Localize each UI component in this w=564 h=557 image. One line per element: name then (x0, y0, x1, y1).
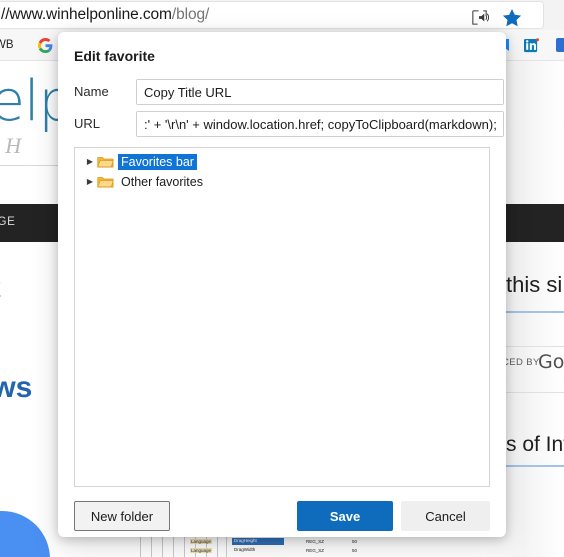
regedit-screenshot-thumbnail: Language Language DragHeight DragWidth R… (130, 536, 430, 557)
address-bar-url-host: //www.winhelponline.com (1, 6, 172, 23)
sidebar-accent-rule-1 (506, 311, 564, 313)
read-aloud-icon[interactable] (470, 8, 490, 27)
sidebar-divider-1 (500, 346, 564, 347)
page-decorative-circle (0, 511, 50, 557)
cancel-button[interactable]: Cancel (401, 501, 490, 531)
folder-tree-item-label: Other favorites (121, 175, 203, 189)
regedit-tree-item-1: Language (190, 539, 213, 544)
regedit-tree-item-2: Language (190, 548, 213, 553)
folder-icon (97, 155, 114, 169)
regedit-row-2-type: REG_SZ (306, 548, 325, 553)
url-label: URL (74, 116, 101, 131)
favorites-bar-item-twb[interactable]: TWB (0, 39, 14, 51)
name-label: Name (74, 84, 109, 99)
star-filled-icon[interactable] (501, 7, 523, 29)
page-headline-fragment-2: ows (0, 371, 33, 404)
folder-icon (97, 175, 114, 189)
address-bar-strip: //www.winhelponline.com/blog/ (0, 0, 564, 30)
new-folder-button[interactable]: New folder (74, 501, 170, 531)
address-bar-url-path: /blog/ (171, 6, 210, 23)
edit-favorite-dialog: Edit favorite Name URL ▶ Favorites bar (58, 32, 506, 537)
regedit-row-2-value: 50 (352, 548, 358, 553)
sidebar-heading-2: s of Int (506, 433, 564, 456)
url-input[interactable] (136, 111, 504, 137)
folder-tree-item-other-favorites[interactable]: ▶ Other favorites (75, 172, 489, 192)
dialog-title: Edit favorite (74, 48, 155, 64)
regedit-row-1-value: 50 (352, 539, 358, 544)
chevron-right-icon[interactable]: ▶ (83, 178, 97, 186)
linkedin-icon[interactable] (524, 38, 539, 53)
regedit-row-1-name: DragHeight (234, 538, 257, 543)
sidebar-heading-1: this si (506, 272, 563, 297)
google-icon[interactable] (38, 38, 53, 53)
regedit-row-1-type: REG_SZ (306, 539, 325, 544)
folder-tree-item-favorites-bar[interactable]: ▶ Favorites bar (75, 152, 489, 172)
sidebar-divider-2 (500, 392, 564, 393)
sidebar-google-brand: Go (538, 351, 564, 373)
sidebar-accent-rule-2 (506, 465, 564, 467)
favorites-bar-item-blue[interactable] (556, 38, 564, 52)
chevron-right-icon[interactable]: ▶ (83, 158, 97, 166)
address-bar[interactable]: //www.winhelponline.com/blog/ (0, 1, 544, 29)
site-tagline: lp & H (0, 133, 22, 158)
save-button[interactable]: Save (297, 501, 393, 531)
folder-tree-item-label: Favorites bar (118, 154, 197, 170)
sidebar-enhanced-by-label: CED BY (502, 357, 540, 368)
address-bar-url: //www.winhelponline.com/blog/ (1, 6, 209, 24)
browser-window: helpo lp & H OGE lt ows this si CED BY G… (0, 0, 564, 557)
regedit-row-2-name: DragWidth (234, 547, 256, 552)
page-headline-fragment-1: lt (0, 272, 1, 305)
site-navbar-label: OGE (0, 216, 16, 228)
name-input[interactable] (136, 79, 504, 105)
folder-tree[interactable]: ▶ Favorites bar ▶ Other favorites (74, 147, 490, 487)
